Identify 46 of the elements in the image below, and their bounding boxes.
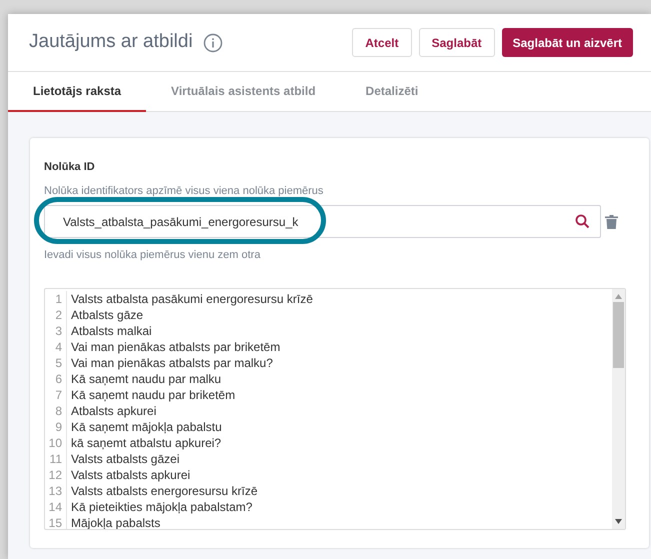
example-line: Vai man pienākas atbalsts par malku? xyxy=(70,355,273,371)
line-number: 1 xyxy=(45,291,67,307)
save-and-close-button[interactable]: Saglabāt un aizvērt xyxy=(502,28,633,57)
example-line: Atbalsts gāze xyxy=(70,307,144,323)
dialog-title: Jautājums ar atbildi xyxy=(29,30,193,54)
action-button[interactable]: Atcelt xyxy=(352,28,412,57)
line-number: 10 xyxy=(45,435,67,451)
search-icon[interactable] xyxy=(575,214,590,229)
example-line: Kā pieteikties mājokļa pabalstam? xyxy=(70,499,252,515)
example-line: Valsts atbalsts apkurei xyxy=(70,467,190,483)
line-number: 6 xyxy=(45,371,67,387)
line-number: 2 xyxy=(45,307,67,323)
example-line: Kā saņemt naudu par briketēm xyxy=(70,387,236,403)
scrollbar-thumb[interactable] xyxy=(613,302,624,368)
action-button[interactable]: Saglabāt xyxy=(418,28,495,57)
intent-id-field[interactable]: Valsts_atbalsta_pasākumi_energoresursu_k xyxy=(44,205,601,238)
field-label: Nolūka ID xyxy=(44,160,96,174)
examples-textarea[interactable] xyxy=(44,288,626,530)
example-line: Kā saņemt mājokļa pabalstu xyxy=(70,419,222,435)
info-icon[interactable] xyxy=(202,32,223,52)
line-number: 8 xyxy=(45,403,67,419)
line-number: 3 xyxy=(45,323,67,339)
line-number: 12 xyxy=(45,467,67,483)
line-number: 14 xyxy=(45,499,67,515)
line-number: 13 xyxy=(45,483,67,499)
line-number: 11 xyxy=(45,451,67,467)
example-line: Atbalsts apkurei xyxy=(70,403,156,419)
example-line: Kā saņemt naudu par malku xyxy=(70,371,222,387)
field-description: Nolūka identifikators apzīmē visus viena nolūka piemērus xyxy=(44,184,324,198)
example-line: kā saņemt atbalstu apkurei? xyxy=(70,435,222,451)
line-number: 15 xyxy=(45,515,67,529)
scrollbar[interactable] xyxy=(612,289,625,529)
line-number: 7 xyxy=(45,387,67,403)
field-value: Valsts_atbalsta_pasākumi_energoresursu_k xyxy=(63,214,298,230)
trash-icon[interactable] xyxy=(605,214,618,228)
example-line: Valsts atbalsts energoresursu krīzē xyxy=(70,483,258,499)
scroll-down-arrow-icon[interactable] xyxy=(615,519,622,524)
scroll-up-arrow-icon[interactable] xyxy=(615,294,622,299)
line-number: 4 xyxy=(45,339,67,355)
line-number: 5 xyxy=(45,355,67,371)
example-line: Valsts atbalsta pasākumi energoresursu krīzē xyxy=(70,291,313,307)
line-number: 9 xyxy=(45,419,67,435)
helper-text: Ievadi visus nolūka piemērus vienu zem otra xyxy=(44,248,262,262)
example-line: Vai man pienākas atbalsts par briketēm xyxy=(70,339,280,355)
example-line: Valsts atbalsts gāzei xyxy=(70,451,180,467)
example-line: Atbalsts malkai xyxy=(70,323,152,339)
